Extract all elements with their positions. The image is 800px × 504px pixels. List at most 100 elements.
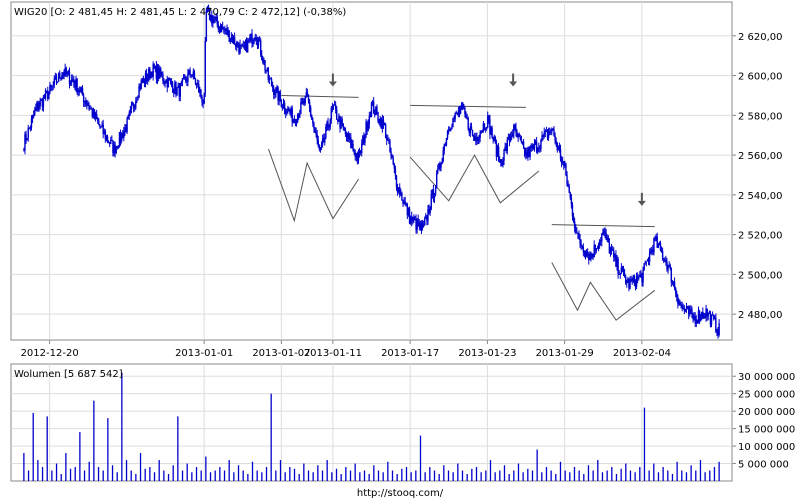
price-candle-body (189, 69, 191, 75)
price-candle-body (479, 132, 481, 139)
price-candle-body (568, 186, 570, 193)
price-candle-body (550, 131, 552, 133)
volume-y-tick-label: 5 000 000 (738, 460, 789, 471)
price-candle-body (370, 102, 373, 117)
price-candle-body (179, 83, 182, 97)
price-candle-body (324, 137, 326, 143)
price-candle-body (464, 108, 466, 115)
price-candle-body (34, 110, 36, 116)
price-x-tick-label: 2013-01-11 (304, 348, 362, 359)
price-candle-body (578, 233, 580, 239)
price-candle-body (567, 184, 569, 187)
price-candle-body (107, 141, 110, 144)
price-candle-body (27, 127, 29, 139)
price-candle-body (364, 135, 366, 143)
price-candle-body (26, 138, 28, 141)
price-candle-body (295, 122, 298, 125)
price-candle-body (573, 221, 576, 229)
price-candle-body (336, 109, 338, 120)
price-candle-body (183, 77, 186, 79)
price-candle-body (128, 112, 130, 116)
price-candle-body (147, 77, 149, 81)
price-candle-body (389, 141, 391, 152)
price-y-tick-label: 2 540,00 (738, 191, 783, 202)
price-candle-body (97, 119, 99, 122)
price-candle-body (185, 78, 187, 82)
price-candle-body (309, 107, 312, 116)
price-candle-body (135, 101, 137, 108)
price-candle-body (273, 87, 275, 95)
price-candle-body (465, 114, 467, 119)
price-x-tick-label: 2013-01-23 (458, 348, 516, 359)
price-x-tick-label: 2013-01-29 (536, 348, 594, 359)
price-candle-body (571, 204, 574, 217)
price-candle-body (454, 113, 456, 120)
price-candle-body (368, 115, 371, 125)
price-candle-body (187, 73, 189, 82)
price-candle-body (669, 265, 671, 269)
price-candle-body (619, 273, 621, 275)
price-candle-body (429, 209, 431, 213)
price-candle-body (327, 122, 329, 128)
price-candle-body (434, 187, 437, 194)
price-panel: 2 480,00 2 500,00 2 520,00 2 540,00 2 560,00… (10, 1, 783, 359)
price-candle-body (311, 115, 313, 120)
resistance-line (281, 94, 359, 98)
price-candle-body (395, 175, 398, 188)
price-candle-body (580, 243, 582, 246)
price-candle-body (643, 263, 645, 271)
price-candle-body (392, 158, 394, 165)
volume-panel: 5 000 000 10 000 000 15 000 000 20 000 000 2… (10, 363, 795, 482)
price-candle-body (404, 201, 406, 204)
price-candle-body (572, 216, 575, 222)
price-candle-body (642, 270, 644, 283)
price-candle-body (299, 113, 301, 118)
price-candle-body (279, 91, 281, 100)
price-candle-body (308, 101, 311, 108)
price-candle-body (320, 144, 323, 149)
price-candle-body (391, 155, 393, 159)
price-candle-body (306, 92, 309, 95)
price-candle-body (689, 310, 691, 315)
price-candle-body (367, 124, 369, 131)
price-candle-body (334, 104, 337, 110)
price-candle-body (23, 150, 25, 151)
price-candle-body (677, 296, 679, 304)
price-candle-body (52, 84, 54, 86)
price-candle-body (286, 112, 288, 114)
price-candle-body (181, 78, 184, 82)
price-candle-body (442, 150, 444, 162)
price-candle-body (384, 124, 387, 139)
price-candle-body (32, 115, 35, 117)
price-candle-body (319, 148, 322, 150)
price-candle-body (659, 243, 662, 251)
price-candle-body (676, 293, 678, 297)
price-y-tick-label: 2 620,00 (738, 32, 783, 43)
price-candle-body (196, 83, 199, 85)
price-candle-body (30, 118, 33, 128)
price-candle-body (484, 128, 487, 130)
price-candle-body (441, 161, 443, 165)
price-y-tick-label: 2 480,00 (738, 310, 783, 321)
price-candle-body (239, 44, 241, 53)
price-candle-body (644, 262, 646, 264)
price-header-label: WIG20 [O: 2 481,45 H: 2 481,45 L: 2 470,… (14, 7, 346, 18)
price-x-tick-label: 2013-02-04 (613, 348, 671, 359)
price-candle-body (59, 72, 61, 79)
price-candle-body (160, 68, 162, 75)
price-candle-body (576, 231, 578, 234)
price-x-tick-label: 2012-12-20 (21, 348, 79, 359)
price-candle-body (653, 237, 655, 253)
price-candle-body (597, 245, 600, 249)
arrow-down-icon (509, 81, 518, 87)
price-candle-body (123, 131, 125, 138)
price-candle-body (502, 160, 504, 166)
price-candle-body (293, 119, 296, 122)
price-candle-body (506, 139, 508, 151)
price-candle-body (353, 149, 355, 153)
price-candle-body (129, 109, 132, 113)
price-candle-body (718, 323, 720, 335)
price-candle-body (200, 89, 202, 97)
price-candle-body (601, 233, 603, 242)
volume-y-axis: 5 000 000 10 000 000 15 000 000 20 000 000 2… (732, 372, 795, 471)
